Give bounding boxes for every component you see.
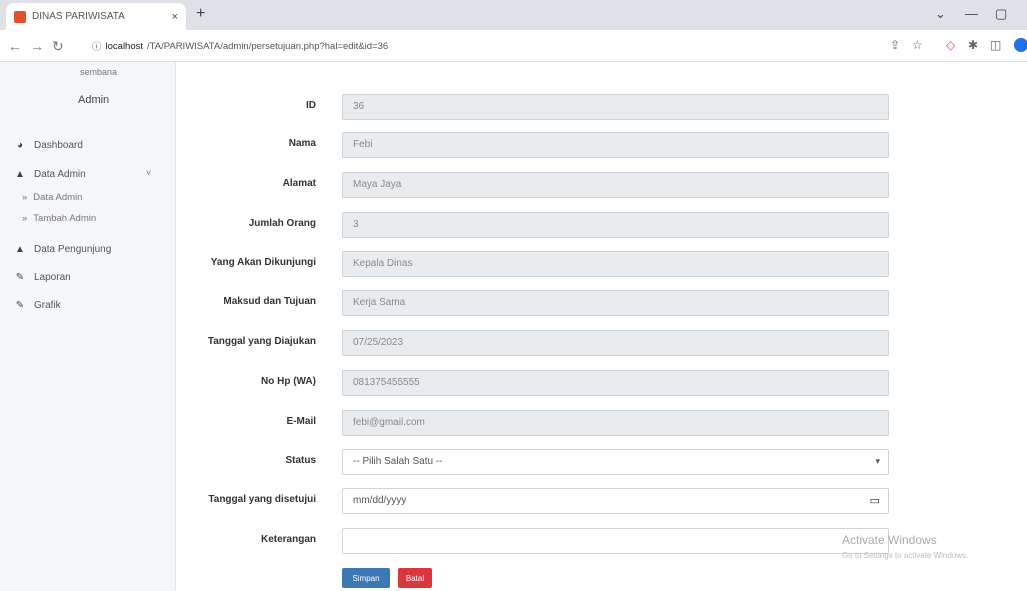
dashboard-icon: ◕ <box>16 140 24 151</box>
form-row-jumlah: Jumlah Orang 3 <box>176 212 896 238</box>
chevron-down-icon: ▾ <box>875 456 880 466</box>
favicon-icon <box>14 10 26 23</box>
user-icon: ▲ <box>15 244 25 255</box>
form-row-maksud: Maksud dan Tujuan Kerja Sama <box>176 290 896 316</box>
browser-tabbar: DINAS PARIWISATA × + ⌄ — ▢ <box>0 0 1027 30</box>
date-placeholder: mm/dd/yyyy <box>353 495 407 506</box>
bookmark-star-icon[interactable]: ☆ <box>912 38 923 52</box>
chevron-down-icon[interactable]: ˅ <box>146 168 151 178</box>
field-label: Alamat <box>282 178 316 189</box>
calendar-icon[interactable]: ▭ <box>870 494 880 507</box>
sidebar-item-label: Dashboard <box>34 140 83 151</box>
user-name: Admin <box>78 94 110 106</box>
form-row-status: Status -- Pilih Salah Satu -- ▾ <box>176 449 896 475</box>
pen-icon: ✎ <box>15 272 25 283</box>
id-field[interactable]: 36 <box>342 94 889 120</box>
activate-windows-subtitle: Go to Settings to activate Windows. <box>842 551 969 560</box>
sidebar-item-laporan[interactable]: ✎ Laporan <box>14 272 71 283</box>
form-row-id: ID 36 <box>176 94 896 120</box>
profile-avatar[interactable] <box>1014 38 1027 52</box>
dot-icon: » <box>22 192 28 203</box>
nohp-field[interactable]: 081375455555 <box>342 370 889 396</box>
sidebar-subitem-label: Data Admin <box>33 192 83 203</box>
field-label: Keterangan <box>260 534 316 545</box>
user-subtitle: sembana <box>80 67 118 77</box>
tab-title: DINAS PARIWISATA <box>32 11 125 22</box>
back-arrow-icon[interactable]: ← <box>8 38 22 54</box>
sidebar-item-label: Grafik <box>34 300 61 311</box>
nama-field[interactable]: Febi <box>342 132 889 158</box>
field-label: Tanggal yang Diajukan <box>207 336 316 347</box>
info-icon[interactable]: ⓘ <box>92 39 102 53</box>
jumlah-orang-field[interactable]: 3 <box>342 212 889 238</box>
user-icon: ▲ <box>15 169 25 180</box>
alamat-field[interactable]: Maya Jaya <box>342 172 889 198</box>
sidebar-subitem-data-admin[interactable]: » Data Admin <box>22 192 82 203</box>
dot-icon: » <box>22 213 28 224</box>
sidebar-item-label: Laporan <box>34 272 71 283</box>
browser-tab[interactable]: DINAS PARIWISATA × <box>6 3 186 30</box>
form-row-email: E-Mail febi@gmail.com <box>176 410 896 436</box>
dikunjungi-field[interactable]: Kepala Dinas <box>342 251 889 277</box>
new-tab-button[interactable]: + <box>196 5 205 23</box>
sidebar-item-data-pengunjung[interactable]: ▲ Data Pengunjung <box>14 244 111 255</box>
minimize-button[interactable]: — <box>965 6 978 21</box>
tanggal-diajukan-field[interactable]: 07/25/2023 <box>342 330 889 356</box>
activate-windows-title: Activate Windows <box>842 533 937 547</box>
maximize-button[interactable]: ▢ <box>995 6 1007 22</box>
form-row-tanggal-diajukan: Tanggal yang Diajukan 07/25/2023 <box>176 330 896 356</box>
puzzle-icon[interactable]: ✱ <box>968 38 978 52</box>
status-value: -- Pilih Salah Satu -- <box>353 456 443 467</box>
maksud-tujuan-field[interactable]: Kerja Sama <box>342 290 889 316</box>
cancel-button[interactable]: Batal <box>398 568 432 588</box>
extension-icon[interactable]: ◇ <box>946 38 955 52</box>
save-button[interactable]: Simpan <box>342 568 390 588</box>
tanggal-disetujui-input[interactable]: mm/dd/yyyy ▭ <box>342 488 889 514</box>
field-label: Jumlah Orang <box>248 218 316 229</box>
tab-search-icon[interactable]: ⌄ <box>935 6 946 22</box>
sidebar-item-grafik[interactable]: ✎ Grafik <box>14 300 61 311</box>
form-row-nama: Nama Febi <box>176 132 896 158</box>
field-label: ID <box>306 100 316 111</box>
reload-icon[interactable]: ↻ <box>52 38 64 55</box>
url-host: localhost <box>105 40 144 52</box>
form-row-alamat: Alamat Maya Jaya <box>176 172 896 198</box>
email-field[interactable]: febi@gmail.com <box>342 410 889 436</box>
sidebar-subitem-label: Tambah Admin <box>33 213 97 224</box>
sidebar: sembana Admin ◕ Dashboard ▲ Data Admin ˅… <box>0 62 176 591</box>
field-label: Nama <box>288 138 316 149</box>
field-label: E-Mail <box>286 416 316 427</box>
sidebar-item-dashboard[interactable]: ◕ Dashboard <box>14 140 83 151</box>
url-field[interactable]: ⓘ localhost/TA/PARIWISATA/admin/persetuj… <box>92 36 872 56</box>
share-icon[interactable]: ⇪ <box>890 38 900 52</box>
field-label: Tanggal yang disetujui <box>208 494 316 505</box>
form-row-tanggal-disetujui: Tanggal yang disetujui mm/dd/yyyy ▭ <box>176 488 896 514</box>
address-bar: ← → ↻ ⓘ localhost/TA/PARIWISATA/admin/pe… <box>0 30 1027 62</box>
form-row-dikunjungi: Yang Akan Dikunjungi Kepala Dinas <box>176 251 896 277</box>
pen-icon: ✎ <box>15 300 25 311</box>
field-label: Maksud dan Tujuan <box>223 296 316 307</box>
sidebar-subitem-tambah-admin[interactable]: » Tambah Admin <box>22 213 96 224</box>
field-label: Status <box>285 455 316 466</box>
keterangan-field[interactable] <box>342 528 889 554</box>
sidebar-item-data-admin[interactable]: ▲ Data Admin <box>14 169 86 180</box>
tab-close-button[interactable]: × <box>172 11 178 23</box>
status-select[interactable]: -- Pilih Salah Satu -- ▾ <box>342 449 889 475</box>
sidebar-item-label: Data Admin <box>34 169 86 180</box>
field-label: No Hp (WA) <box>261 376 316 387</box>
sidepanel-icon[interactable]: ◫ <box>990 38 1001 52</box>
form-row-nohp: No Hp (WA) 081375455555 <box>176 370 896 396</box>
form-row-keterangan: Keterangan <box>176 528 896 554</box>
url-path: /TA/PARIWISATA/admin/persetujuan.php?hal… <box>147 40 389 52</box>
field-label: Yang Akan Dikunjungi <box>210 257 316 268</box>
sidebar-item-label: Data Pengunjung <box>34 244 112 255</box>
forward-arrow-icon[interactable]: → <box>30 38 44 54</box>
